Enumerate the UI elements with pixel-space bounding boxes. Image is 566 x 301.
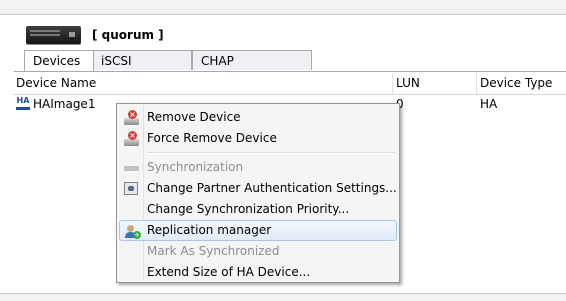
column-separator[interactable]	[392, 73, 393, 94]
top-toolbar-strip	[0, 0, 566, 15]
replication-manager-icon: +	[125, 224, 141, 239]
context-menu: × Remove Device × Force Remove Device Sy…	[116, 103, 400, 283]
menu-item-mark-as-synchronized: Mark As Synchronized	[147, 244, 280, 258]
table-header: Device Name LUN Device Type	[14, 73, 566, 95]
column-device-type[interactable]: Device Type	[480, 76, 552, 90]
menu-item-change-partner-auth[interactable]: Change Partner Authentication Settings..…	[119, 178, 397, 199]
tab-chap-permissions[interactable]: CHAP Permissions	[192, 50, 312, 88]
tab-iscsi-sessions[interactable]: iSCSI Sessions (5)	[92, 50, 192, 88]
server-icon	[26, 26, 81, 44]
column-lun[interactable]: LUN	[396, 76, 420, 90]
menu-item-extend-size[interactable]: Extend Size of HA Device...	[119, 262, 397, 283]
menu-separator	[147, 152, 395, 154]
remove-device-icon: ×	[124, 110, 139, 125]
tab-devices[interactable]: Devices	[24, 50, 94, 71]
menu-item-synchronization: Synchronization	[119, 157, 397, 178]
force-remove-device-icon: ×	[124, 131, 139, 146]
menu-item-force-remove-device[interactable]: × Force Remove Device	[119, 128, 397, 149]
ha-device-icon: HA	[16, 97, 30, 110]
synchronization-icon	[124, 160, 139, 175]
menu-item-replication-manager[interactable]: + Replication manager	[119, 220, 397, 241]
partner-auth-icon	[124, 181, 139, 196]
server-header	[0, 15, 566, 50]
column-separator[interactable]	[476, 73, 477, 94]
device-type-cell: HA	[480, 97, 498, 111]
device-name-cell: HAImage1	[33, 97, 96, 111]
menu-item-remove-device[interactable]: × Remove Device	[119, 107, 397, 128]
column-device-name[interactable]: Device Name	[16, 76, 96, 90]
server-title: [ quorum ]	[92, 28, 164, 42]
menu-item-change-sync-priority[interactable]: Change Synchronization Priority...	[119, 199, 397, 220]
